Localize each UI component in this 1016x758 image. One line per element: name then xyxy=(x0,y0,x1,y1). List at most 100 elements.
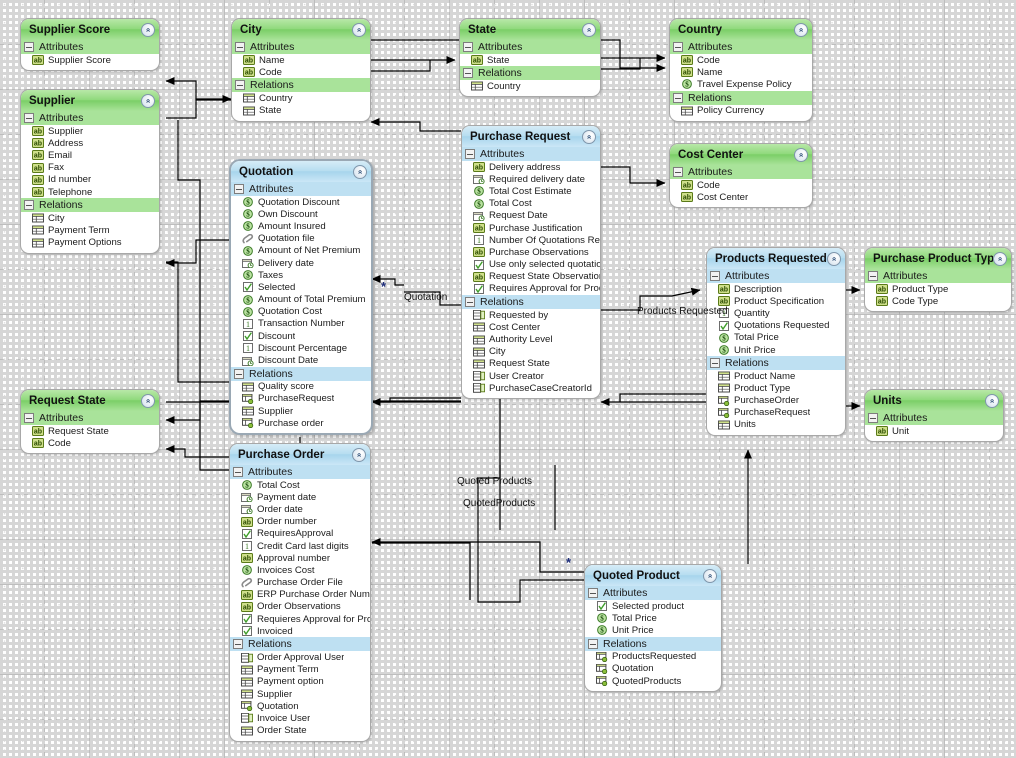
relation-row[interactable]: PurchaseOrder xyxy=(707,395,845,407)
entity-purchase-product-type[interactable]: Purchase Product Type «Attributes ab Produc… xyxy=(864,247,1012,313)
collapse-chevron-icon[interactable]: « xyxy=(141,93,155,108)
relation-row[interactable]: ProductsRequested xyxy=(585,651,721,663)
collapse-chevron-icon[interactable]: « xyxy=(352,447,366,462)
section-header-relations[interactable]: Relations xyxy=(670,90,812,105)
minus-icon[interactable] xyxy=(234,368,244,379)
entity-header-city[interactable]: City « xyxy=(232,19,370,40)
attribute-row[interactable]: ab State xyxy=(460,54,600,66)
minus-icon[interactable] xyxy=(673,92,683,103)
attribute-row[interactable]: $ Total Cost Estimate xyxy=(462,185,600,197)
minus-icon[interactable] xyxy=(465,149,475,159)
attribute-row[interactable]: $ Quotation Discount xyxy=(231,196,371,208)
minus-icon[interactable] xyxy=(233,639,243,650)
relation-row[interactable]: Request State xyxy=(462,358,600,370)
relation-row[interactable]: Payment Term xyxy=(230,664,370,676)
entity-header-purchase-product-type[interactable]: Purchase Product Type « xyxy=(865,248,1011,269)
relation-row[interactable]: Supplier xyxy=(230,688,370,700)
section-header-attributes[interactable]: Attributes xyxy=(865,411,1003,425)
entity-header-products-requested[interactable]: Products Requested for D...« xyxy=(707,248,845,269)
section-header-attributes[interactable]: Attributes xyxy=(670,165,812,179)
collapse-chevron-icon[interactable]: « xyxy=(794,22,808,37)
relation-row[interactable]: PurchaseRequest xyxy=(707,407,845,419)
attribute-row[interactable]: Purchase Order File xyxy=(230,577,370,589)
relation-row[interactable]: Cost Center xyxy=(462,321,600,333)
relation-row[interactable]: Requested by xyxy=(462,309,600,321)
relation-row[interactable]: City xyxy=(21,212,159,224)
entity-cost-center[interactable]: Cost Center « Attributes ab Code ab Cost Cente… xyxy=(669,143,813,209)
attribute-row[interactable]: ab ERP Purchase Order Number xyxy=(230,589,370,601)
minus-icon[interactable] xyxy=(868,271,878,281)
attribute-row[interactable]: ab Approval number xyxy=(230,552,370,564)
attribute-row[interactable]: ab Telephone xyxy=(21,186,159,198)
minus-icon[interactable] xyxy=(673,167,683,177)
section-header-relations[interactable]: Relations xyxy=(232,78,370,93)
minus-icon[interactable] xyxy=(24,113,34,123)
relation-row[interactable]: PurchaseCaseCreatorId xyxy=(462,382,600,394)
entity-header-supplier-score[interactable]: Supplier Score « xyxy=(21,19,159,40)
attribute-row[interactable]: Requires Approval for Products/ xyxy=(462,283,600,295)
entity-header-country[interactable]: Country « xyxy=(670,19,812,40)
minus-icon[interactable] xyxy=(463,68,473,79)
attribute-row[interactable]: Selected product xyxy=(585,600,721,612)
attribute-row[interactable]: Quotations Requested xyxy=(707,320,845,332)
collapse-chevron-icon[interactable]: « xyxy=(827,251,841,266)
relation-row[interactable]: Payment option xyxy=(230,676,370,688)
attribute-row[interactable]: ab Code xyxy=(21,437,159,449)
attribute-row[interactable]: $ Amount Insured xyxy=(231,220,371,232)
section-header-attributes[interactable]: Attributes xyxy=(232,40,370,54)
relation-row[interactable]: PurchaseRequest xyxy=(231,393,371,405)
collapse-chevron-icon[interactable]: « xyxy=(352,22,366,37)
attribute-row[interactable]: ab Order number xyxy=(230,516,370,528)
attribute-row[interactable]: $ Total Cost xyxy=(462,198,600,210)
minus-icon[interactable] xyxy=(710,271,720,281)
attribute-row[interactable]: Selected xyxy=(231,281,371,293)
attribute-row[interactable]: ab Supplier xyxy=(21,125,159,137)
entity-products-requested[interactable]: Products Requested for D...«Attributesab… xyxy=(706,247,846,437)
attribute-row[interactable]: $ Total Cost xyxy=(230,479,370,491)
relation-row[interactable]: Order State xyxy=(230,725,370,737)
section-header-attributes[interactable]: Attributes xyxy=(230,465,370,479)
attribute-row[interactable]: Discount xyxy=(231,330,371,342)
section-header-relations[interactable]: Relations xyxy=(231,366,371,381)
attribute-row[interactable]: $ Amount of Net Premium xyxy=(231,245,371,257)
attribute-row[interactable]: ab Purchase Observations xyxy=(462,246,600,258)
relation-row[interactable]: City xyxy=(462,346,600,358)
attribute-row[interactable]: Quotation file xyxy=(231,233,371,245)
attribute-row[interactable]: $ Own Discount xyxy=(231,208,371,220)
attribute-row[interactable]: 1 Quantity xyxy=(707,307,845,319)
minus-icon[interactable] xyxy=(234,184,244,194)
entity-header-units[interactable]: Units « xyxy=(865,390,1003,411)
section-header-attributes[interactable]: Attributes xyxy=(21,40,159,54)
collapse-chevron-icon[interactable]: « xyxy=(582,22,596,37)
section-header-relations[interactable]: Relations xyxy=(230,637,370,652)
entity-header-purchase-request[interactable]: Purchase Request « xyxy=(462,126,600,147)
attribute-row[interactable]: 1 Transaction Number xyxy=(231,318,371,330)
attribute-row[interactable]: ab Code xyxy=(670,179,812,191)
attribute-row[interactable]: 1 Discount Percentage xyxy=(231,342,371,354)
minus-icon[interactable] xyxy=(235,42,245,52)
collapse-chevron-icon[interactable]: « xyxy=(353,164,367,179)
attribute-row[interactable]: ab Cost Center xyxy=(670,191,812,203)
attribute-row[interactable]: RequiresApproval xyxy=(230,528,370,540)
attribute-row[interactable]: Request Date xyxy=(462,210,600,222)
section-header-attributes[interactable]: Attributes xyxy=(670,40,812,54)
entity-header-quoted-product[interactable]: Quoted Product « xyxy=(585,565,721,586)
section-header-attributes[interactable]: Attributes xyxy=(462,147,600,161)
collapse-chevron-icon[interactable]: « xyxy=(141,22,155,37)
attribute-row[interactable]: $ Invoices Cost xyxy=(230,564,370,576)
minus-icon[interactable] xyxy=(710,358,720,369)
attribute-row[interactable]: $ Quotation Cost xyxy=(231,306,371,318)
entity-request-state[interactable]: Request State «Attributes ab Request State a… xyxy=(20,389,160,455)
attribute-row[interactable]: ab Request State xyxy=(21,425,159,437)
entity-header-supplier[interactable]: Supplier « xyxy=(21,90,159,111)
attribute-row[interactable]: Order date xyxy=(230,503,370,515)
attribute-row[interactable]: $ Amount of Total Premium xyxy=(231,294,371,306)
relation-row[interactable]: QuotedProducts xyxy=(585,675,721,687)
attribute-row[interactable]: ab Product Type xyxy=(865,283,1011,295)
entity-supplier[interactable]: Supplier «Attributes ab Supplier ab Address ab… xyxy=(20,89,160,254)
attribute-row[interactable]: $ Unit Price xyxy=(707,344,845,356)
entity-header-quotation[interactable]: Quotation « xyxy=(231,161,371,182)
attribute-row[interactable]: ab Id number xyxy=(21,174,159,186)
attribute-row[interactable]: ab Purchase Justification xyxy=(462,222,600,234)
entity-supplier-score[interactable]: Supplier Score « Attributes ab Supplier Scor… xyxy=(20,18,160,72)
